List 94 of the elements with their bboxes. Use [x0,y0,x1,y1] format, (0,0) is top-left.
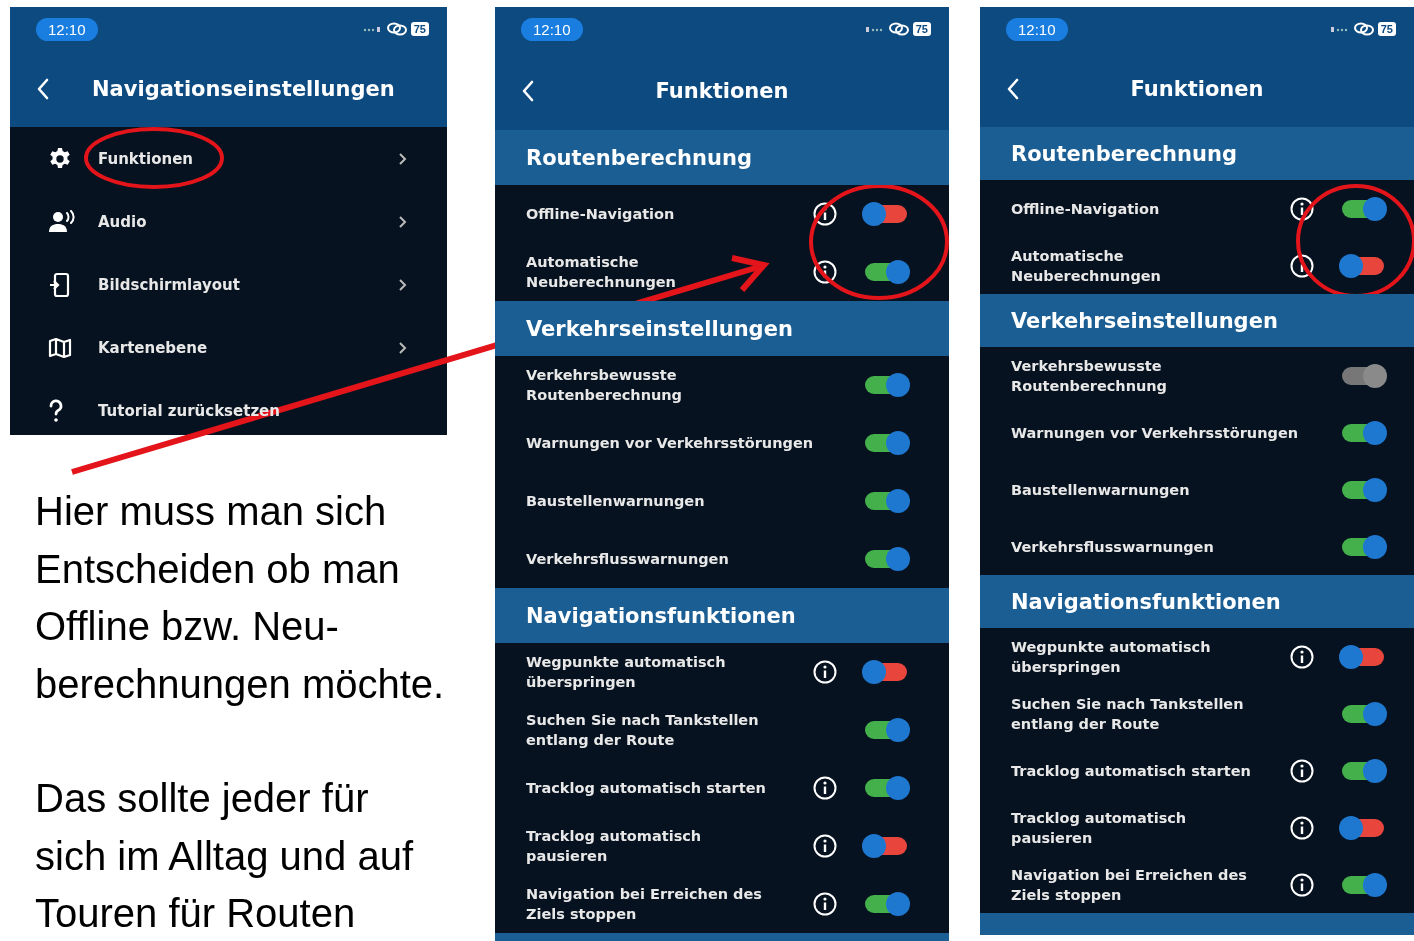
toggle-switch[interactable] [1342,875,1384,894]
map-icon [48,336,72,359]
toggle-switch[interactable] [1342,761,1384,780]
signal-icon [1329,26,1350,32]
setting-label: Offline-Navigation [526,205,675,224]
menu-label: Bildschirmlayout [98,275,240,294]
menu-item[interactable]: Funktionen [10,127,447,190]
setting-label: Baustellenwarnungen [1011,480,1190,500]
toggle-switch[interactable] [865,376,907,394]
toggle-switch[interactable] [1342,537,1384,556]
screen-title: Funktionen [1130,77,1264,101]
info-icon[interactable] [1290,872,1314,897]
menu-label: Kartenebene [98,338,208,357]
section-header: Verkehrseinstellungen [495,301,949,356]
back-icon[interactable] [36,78,50,100]
setting-label: Wegpunkte automatisch überspringen [1011,637,1211,677]
setting-label: Automatische Neuberechnungen [1011,246,1161,286]
link-icon [887,22,910,36]
menu-item[interactable]: Bildschirmlayout [10,253,447,316]
link-icon [385,22,408,36]
setting-label: Automatische Neuberechnungen [526,253,676,292]
section-header: Routenberechnung [980,127,1414,180]
setting-label: Navigation bei Erreichen des Ziels stoppen [526,885,762,924]
toggle-switch[interactable] [865,779,907,797]
toggle-switch[interactable] [1342,647,1384,666]
toggle-switch[interactable] [865,663,907,681]
screen-title: Funktionen [655,78,789,103]
setting-label: Verkehrsflusswarnungen [1011,537,1214,557]
info-icon[interactable] [1290,815,1314,840]
gear-icon [48,146,72,171]
toggle-switch[interactable] [1342,256,1384,275]
menu-label: Audio [98,212,147,231]
link-icon [1352,22,1375,36]
toggle-switch[interactable] [1342,704,1384,723]
signal-icon [362,26,383,32]
status-time: 12:10 [521,17,583,41]
info-icon[interactable] [813,202,837,226]
setting-label: Verkehrsbewusste Routenberechnung [526,366,682,405]
question-icon [48,398,64,423]
toggle-switch[interactable] [865,721,907,739]
back-icon[interactable] [1006,78,1020,100]
menu-label: Funktionen [98,149,193,168]
phone-arrow-icon [48,271,70,298]
note-text: Das sollte jeder für sich im Alltag und auf Touren für Routen [35,775,415,937]
toggle-switch[interactable] [1342,423,1384,442]
setting-label: Warnungen vor Verkehrsstörungen [526,434,814,453]
info-icon[interactable] [813,834,837,858]
person-speaking-icon [48,209,76,234]
setting-label: Warnungen vor Verkehrsstörungen [1011,423,1299,443]
setting-label: Suchen Sie nach Tankstellen entlang der Route [1011,694,1244,734]
toggle-switch[interactable] [865,492,907,510]
setting-label: Baustellenwarnungen [526,492,705,511]
status-time: 12:10 [1006,17,1068,41]
toggle-switch[interactable] [865,550,907,568]
setting-label: Verkehrsbewusste Routenberechnung [1011,356,1167,396]
toggle-switch[interactable] [1342,199,1384,218]
section-header: Navigationsfunktionen [980,575,1414,628]
signal-icon [864,26,885,32]
setting-label: Tracklog automatisch pausieren [1011,808,1187,848]
section-header: Routenberechnung [495,130,949,185]
setting-label: Tracklog automatisch pausieren [526,827,702,866]
setting-label: Offline-Navigation [1011,199,1160,219]
toggle-switch[interactable] [865,895,907,913]
status-time: 12:10 [36,17,98,41]
info-icon[interactable] [813,260,837,284]
battery-level: 75 [410,22,429,36]
info-icon[interactable] [1290,253,1314,278]
menu-item[interactable]: Audio [10,190,447,253]
battery-level: 75 [1377,22,1396,36]
battery-level: 75 [912,22,931,36]
section-header: Verkehrseinstellungen [980,294,1414,347]
info-icon[interactable] [1290,644,1314,669]
menu-item[interactable]: Kartenebene [10,316,447,379]
screen-title: Navigationseinstellungen [92,77,395,101]
toggle-switch[interactable] [1342,818,1384,837]
toggle-switch[interactable] [865,205,907,223]
toggle-switch[interactable] [1342,480,1384,499]
info-icon[interactable] [1290,196,1314,221]
setting-label: Tracklog automatisch starten [1011,761,1251,781]
info-icon[interactable] [813,660,837,684]
toggle-switch[interactable] [865,434,907,452]
setting-label: Verkehrsflusswarnungen [526,550,729,569]
setting-label: Navigation bei Erreichen des Ziels stoppen [1011,865,1247,905]
setting-label: Suchen Sie nach Tankstellen entlang der Route [526,711,759,750]
setting-label: Wegpunkte automatisch überspringen [526,653,726,692]
info-icon[interactable] [1290,758,1314,783]
back-icon[interactable] [521,79,535,102]
section-header: Navigationsfunktionen [495,588,949,643]
info-icon[interactable] [813,776,837,800]
setting-label: Tracklog automatisch starten [526,779,766,798]
toggle-switch[interactable] [865,837,907,855]
toggle-switch[interactable] [865,263,907,281]
info-icon[interactable] [813,892,837,916]
note-text: Hier muss man sich Entscheiden ob man Offline bzw. Neu- berechnungen möchte. [35,488,446,708]
